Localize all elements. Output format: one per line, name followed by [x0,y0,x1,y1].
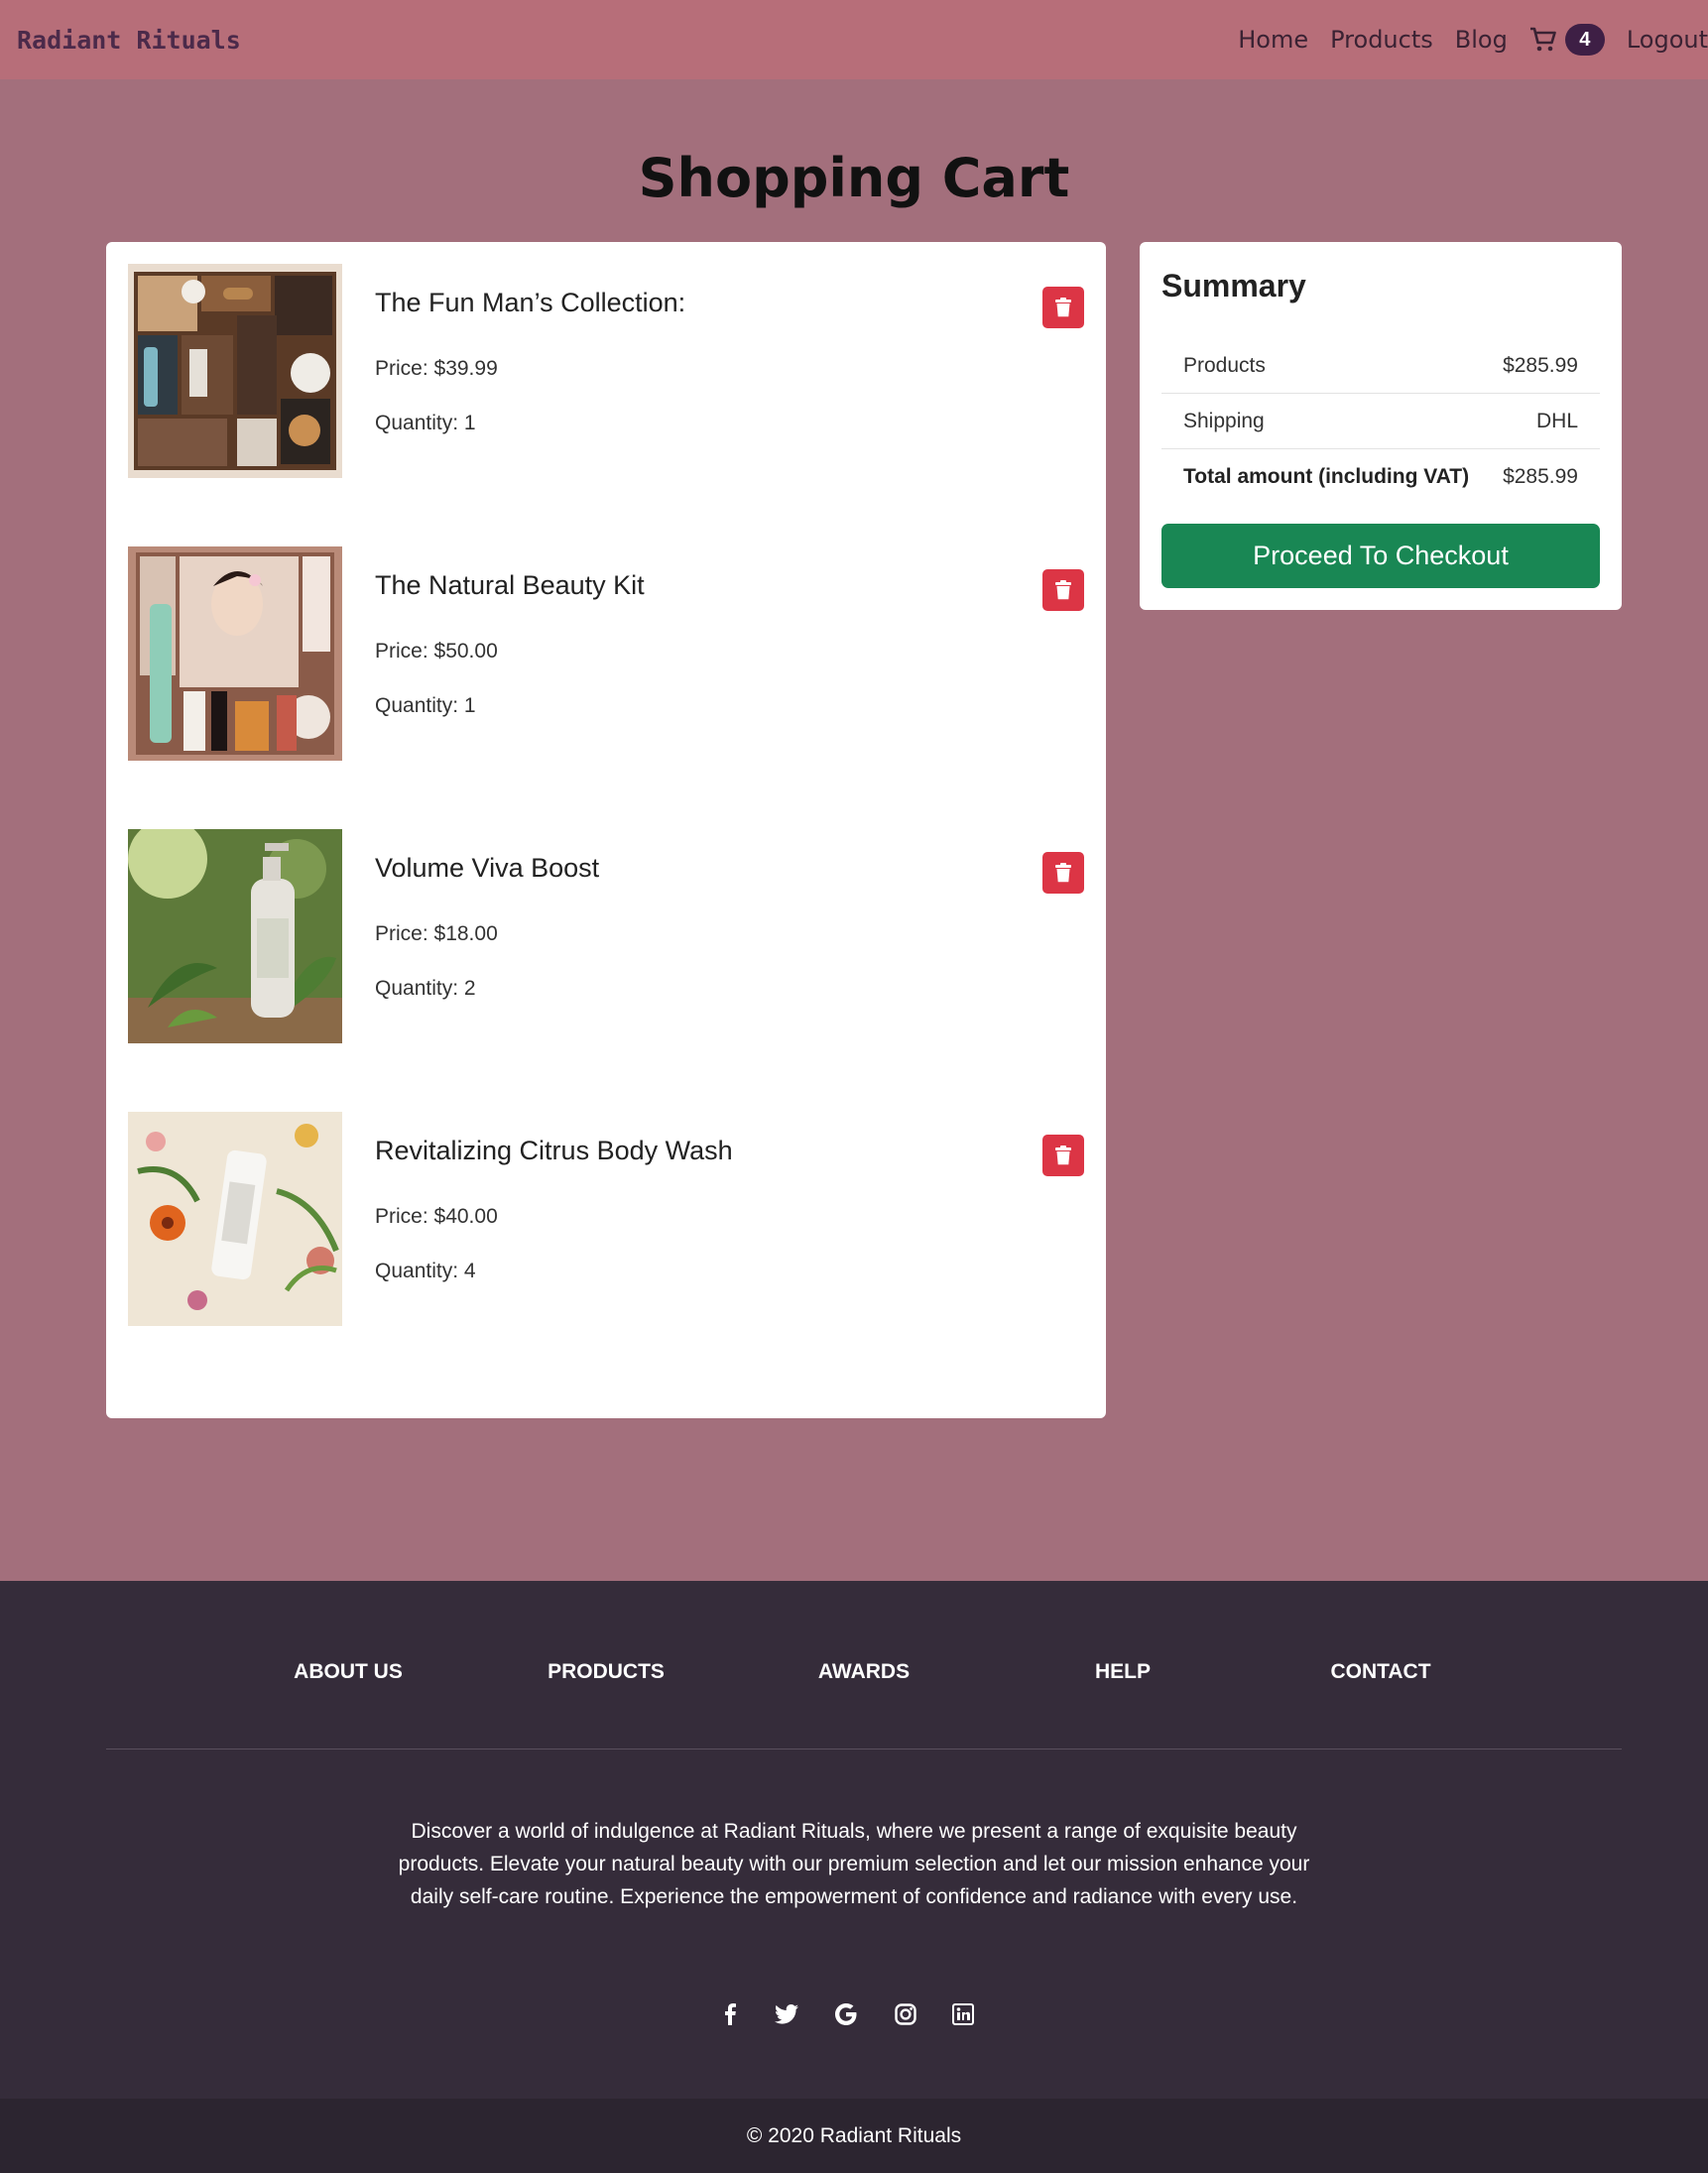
footer-nav: ABOUT US PRODUCTS AWARDS HELP CONTACT [0,1660,1708,1690]
trash-icon [1055,298,1071,317]
product-name[interactable]: The Fun Man’s Collection: [375,288,685,318]
instagram-icon[interactable] [893,2001,918,2027]
footer-link-help[interactable]: HELP [1095,1660,1151,1684]
social-links [0,2001,1708,2027]
summary-row-shipping: Shipping DHL [1161,394,1600,449]
footer-link-products[interactable]: PRODUCTS [548,1660,665,1684]
summary-value: $285.99 [1503,465,1578,488]
nav-link-home[interactable]: Home [1238,26,1308,54]
footer-link-awards[interactable]: AWARDS [818,1660,910,1684]
product-quantity: Quantity: 1 [375,694,476,717]
copyright-text: © 2020 Radiant Rituals [746,2123,962,2147]
cart-item: The Fun Man’s Collection: Price: $39.99 … [128,264,1084,478]
product-image[interactable] [128,829,342,1043]
google-icon[interactable] [833,2001,859,2027]
product-name[interactable]: Revitalizing Citrus Body Wash [375,1136,733,1166]
delete-item-button[interactable] [1042,569,1084,611]
cart-item: Volume Viva Boost Price: $18.00 Quantity… [128,829,1084,1043]
product-price: Price: $50.00 [375,640,498,663]
nav-link-blog[interactable]: Blog [1455,26,1508,54]
nav-link-logout[interactable]: Logout [1627,26,1708,54]
product-quantity: Quantity: 4 [375,1260,476,1282]
footer-divider [106,1749,1622,1750]
twitter-icon[interactable] [774,2001,799,2027]
summary-label: Total amount (including VAT) [1183,465,1470,488]
cart-items-card: The Fun Man’s Collection: Price: $39.99 … [106,242,1106,1418]
footer: ABOUT US PRODUCTS AWARDS HELP CONTACT Di… [0,1581,1708,2099]
nav-link-products[interactable]: Products [1330,26,1433,54]
proceed-to-checkout-button[interactable]: Proceed To Checkout [1161,524,1600,588]
product-quantity: Quantity: 2 [375,977,476,1000]
trash-icon [1055,1146,1071,1165]
trash-icon [1055,863,1071,883]
order-summary-card: Summary Products $285.99 Shipping DHL To… [1140,242,1622,610]
delete-item-button[interactable] [1042,287,1084,328]
product-price: Price: $40.00 [375,1205,498,1228]
cart-icon [1529,27,1556,52]
cart-item: Revitalizing Citrus Body Wash Price: $40… [128,1112,1084,1326]
cart-count-badge: 4 [1564,24,1605,56]
trash-icon [1055,580,1071,600]
product-price: Price: $18.00 [375,922,498,945]
cart-item: The Natural Beauty Kit Price: $50.00 Qua… [128,546,1084,761]
footer-link-contact[interactable]: CONTACT [1330,1660,1430,1684]
brand-logo[interactable]: Radiant Rituals [17,26,241,55]
footer-description: Discover a world of indulgence at Radian… [398,1820,1310,1908]
product-image[interactable] [128,546,342,761]
product-quantity: Quantity: 1 [375,412,476,434]
summary-row-total: Total amount (including VAT) $285.99 [1161,449,1600,505]
facebook-icon[interactable] [717,2001,743,2027]
delete-item-button[interactable] [1042,1135,1084,1176]
linkedin-icon[interactable] [950,2001,976,2027]
nav-links: Home Products Blog 4 Logout [1238,0,1708,79]
product-name[interactable]: The Natural Beauty Kit [375,570,645,601]
page-title: Shopping Cart [638,147,1070,209]
summary-title: Summary [1161,268,1306,303]
product-image[interactable] [128,264,342,478]
product-image[interactable] [128,1112,342,1326]
summary-label: Shipping [1183,409,1265,432]
summary-label: Products [1183,353,1266,377]
delete-item-button[interactable] [1042,852,1084,894]
product-name[interactable]: Volume Viva Boost [375,853,599,884]
summary-value: DHL [1535,409,1578,432]
cart-button[interactable]: 4 [1529,24,1605,56]
footer-link-about-us[interactable]: ABOUT US [294,1660,403,1684]
product-price: Price: $39.99 [375,357,498,380]
copyright-bar: © 2020 Radiant Rituals [0,2099,1708,2173]
summary-value: $285.99 [1503,353,1578,377]
navbar: Radiant Rituals Home Products Blog 4 Log… [0,0,1708,79]
summary-row-products: Products $285.99 [1161,338,1600,394]
